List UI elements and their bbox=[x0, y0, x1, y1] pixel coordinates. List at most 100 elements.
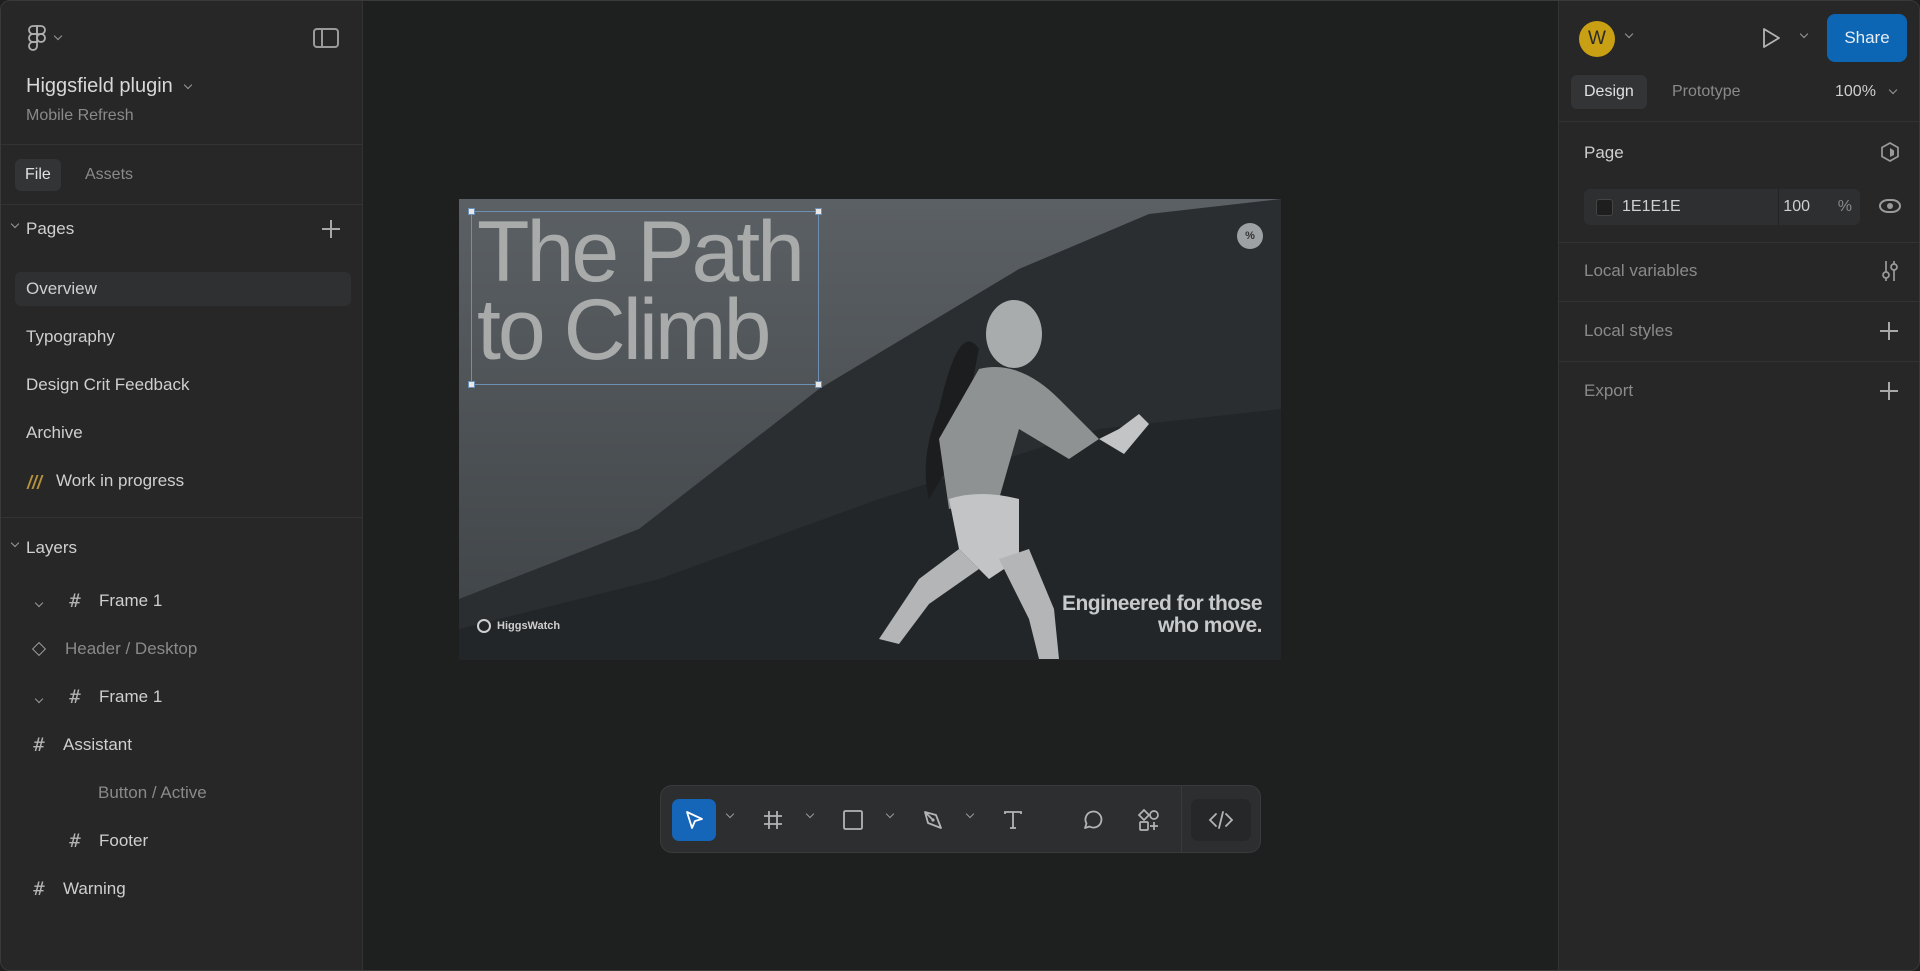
tab-file[interactable]: File bbox=[15, 159, 61, 191]
chevron-down-icon[interactable] bbox=[27, 584, 51, 618]
chevron-down-icon[interactable] bbox=[805, 809, 815, 819]
resize-handle[interactable] bbox=[815, 381, 822, 388]
tagline-text[interactable]: Engineered for those who move. bbox=[1061, 592, 1263, 637]
resize-handle[interactable] bbox=[468, 381, 475, 388]
actions-tool-button[interactable] bbox=[1129, 799, 1169, 841]
layer-name: Assistant bbox=[63, 735, 132, 754]
avatar[interactable]: W bbox=[1579, 21, 1615, 57]
local-variables-header[interactable]: Local variables bbox=[1584, 261, 1697, 281]
component-icon bbox=[31, 641, 47, 657]
tab-prototype[interactable]: Prototype bbox=[1659, 75, 1753, 109]
pages-section-header[interactable]: Pages bbox=[1, 205, 362, 253]
share-button[interactable]: Share bbox=[1827, 14, 1907, 62]
page-item-design-crit[interactable]: Design Crit Feedback bbox=[15, 368, 351, 402]
variables-sliders-icon[interactable] bbox=[1880, 259, 1900, 283]
wip-stripes-icon bbox=[26, 474, 44, 489]
layer-row[interactable]: # Frame 1 bbox=[27, 680, 162, 714]
project-title-text: Higgsfield plugin bbox=[26, 75, 173, 97]
rectangle-icon bbox=[843, 810, 863, 830]
selection-box bbox=[468, 208, 822, 388]
color-hex-value[interactable]: 1E1E1E bbox=[1622, 189, 1681, 225]
page-item-label: Work in progress bbox=[56, 471, 185, 490]
local-styles-header[interactable]: Local styles bbox=[1584, 321, 1673, 341]
add-style-icon[interactable] bbox=[1880, 322, 1898, 340]
layer-name: Header / Desktop bbox=[65, 639, 198, 658]
divider bbox=[1559, 242, 1919, 243]
pen-tool-button[interactable] bbox=[913, 799, 953, 841]
opacity-value[interactable]: 100 bbox=[1783, 189, 1810, 225]
move-tool-button[interactable] bbox=[672, 799, 716, 841]
frame-icon: # bbox=[33, 878, 45, 900]
play-icon[interactable] bbox=[1761, 27, 1781, 49]
opacity-unit: % bbox=[1837, 198, 1852, 215]
page-item-archive[interactable]: Archive bbox=[15, 416, 351, 450]
chevron-down-icon bbox=[10, 538, 20, 548]
divider bbox=[1778, 189, 1779, 225]
badge-icon: % bbox=[1237, 223, 1263, 249]
layer-row[interactable]: # Footer bbox=[63, 824, 148, 858]
chevron-down-icon[interactable] bbox=[965, 809, 975, 819]
layer-name: Footer bbox=[99, 831, 149, 850]
file-header: Higgsfield plugin Mobile Refresh bbox=[1, 1, 362, 145]
chevron-down-icon[interactable] bbox=[27, 680, 51, 714]
layer-row[interactable]: # Assistant bbox=[27, 728, 132, 762]
brand-logo-icon bbox=[477, 619, 491, 633]
page-item-overview[interactable]: Overview bbox=[15, 272, 351, 306]
page-color-field[interactable]: 1E1E1E 100 % bbox=[1584, 189, 1860, 225]
layer-name: Warning bbox=[63, 879, 126, 898]
frame-icon: # bbox=[69, 686, 81, 708]
layer-row[interactable]: Button / Active bbox=[98, 776, 207, 810]
comment-icon bbox=[1084, 810, 1103, 829]
pen-icon bbox=[924, 811, 942, 829]
tagline-line: Engineered for those bbox=[1061, 592, 1263, 615]
canvas-frame[interactable]: The Path to Climb % HiggsWatch Engineere… bbox=[459, 199, 1281, 660]
frame-icon: # bbox=[69, 590, 81, 612]
divider bbox=[1559, 361, 1919, 362]
library-icon[interactable] bbox=[1879, 141, 1901, 163]
layers-section-header[interactable]: Layers bbox=[1, 524, 363, 572]
layer-row[interactable]: Header / Desktop bbox=[27, 632, 197, 666]
chevron-down-icon bbox=[1888, 85, 1898, 95]
resize-handle[interactable] bbox=[468, 208, 475, 215]
chevron-down-icon[interactable] bbox=[1624, 29, 1634, 39]
right-sidebar: W Share Design Prototype 100% Page 1E1E1… bbox=[1558, 1, 1919, 970]
frame-icon bbox=[764, 811, 782, 829]
frame-icon: # bbox=[69, 830, 81, 852]
page-item-typography[interactable]: Typography bbox=[15, 320, 351, 354]
add-page-icon[interactable] bbox=[322, 220, 340, 238]
frame-tool-button[interactable] bbox=[753, 799, 793, 841]
chevron-down-icon[interactable] bbox=[725, 809, 735, 819]
text-icon bbox=[1004, 811, 1022, 829]
divider bbox=[1, 517, 363, 518]
chevron-down-icon[interactable] bbox=[885, 809, 895, 819]
page-item-work-in-progress[interactable]: Work in progress bbox=[15, 464, 351, 498]
zoom-dropdown[interactable]: 100% bbox=[1835, 75, 1898, 109]
chevron-down-icon bbox=[53, 31, 63, 41]
chevron-down-icon[interactable] bbox=[1799, 29, 1809, 39]
resize-handle[interactable] bbox=[815, 208, 822, 215]
divider bbox=[1559, 121, 1919, 122]
code-icon bbox=[1208, 811, 1234, 829]
comment-tool-button[interactable] bbox=[1073, 799, 1113, 841]
layer-name: Button / Active bbox=[98, 783, 207, 802]
add-export-icon[interactable] bbox=[1880, 382, 1898, 400]
tab-design[interactable]: Design bbox=[1571, 75, 1647, 109]
layer-row[interactable]: # Frame 1 bbox=[27, 584, 162, 618]
project-title[interactable]: Higgsfield plugin bbox=[26, 75, 193, 98]
layer-name: Frame 1 bbox=[99, 687, 163, 706]
rectangle-tool-button[interactable] bbox=[833, 799, 873, 841]
layer-row[interactable]: # Warning bbox=[27, 872, 126, 906]
export-header[interactable]: Export bbox=[1584, 381, 1633, 401]
dev-mode-toggle[interactable] bbox=[1191, 799, 1251, 841]
tab-assets[interactable]: Assets bbox=[75, 159, 143, 191]
cursor-icon bbox=[686, 811, 703, 829]
figma-logo-icon bbox=[28, 25, 46, 51]
tagline-line: who move. bbox=[1157, 614, 1263, 637]
color-swatch[interactable] bbox=[1596, 199, 1613, 216]
eye-icon[interactable] bbox=[1879, 199, 1901, 213]
app-window: Higgsfield plugin Mobile Refresh File As… bbox=[0, 0, 1920, 971]
main-menu-button[interactable] bbox=[27, 25, 63, 51]
project-subtitle[interactable]: Mobile Refresh bbox=[26, 107, 134, 125]
sidebar-toggle-icon[interactable] bbox=[313, 28, 339, 48]
text-tool-button[interactable] bbox=[993, 799, 1033, 841]
